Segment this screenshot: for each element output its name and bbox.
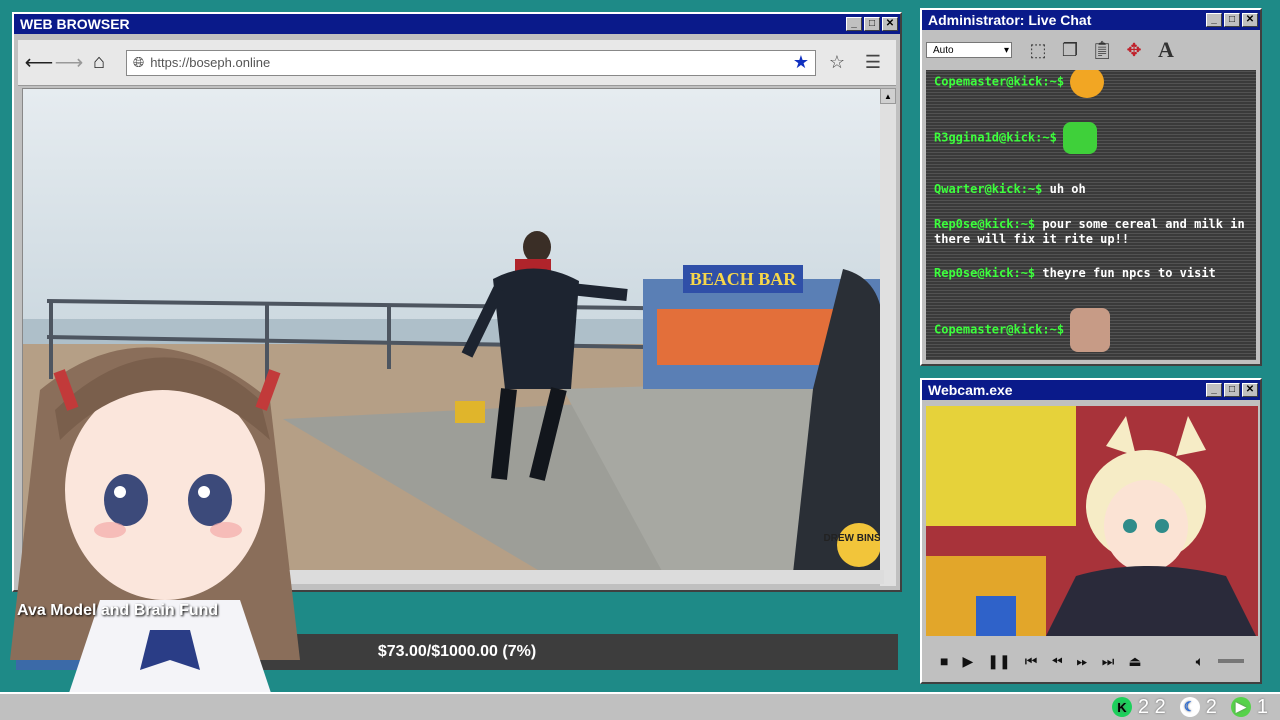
browser-window: WEB BROWSER _ □ ✕ ⟵ ⟶ ⌂ 🌐︎ https://bosep… <box>12 12 902 592</box>
moon-icon: ☾ <box>1179 697 1200 717</box>
moon-count: 2 <box>1205 695 1217 718</box>
move-icon[interactable]: ✥ <box>1120 36 1148 64</box>
webcam-feed <box>926 406 1258 636</box>
scroll-up-icon[interactable]: ▲ <box>880 88 896 104</box>
forward-icon[interactable]: ⟶ <box>55 50 84 76</box>
browser-titlebar[interactable]: WEB BROWSER _ □ ✕ <box>14 14 900 34</box>
chat-message: Rep0se@kick:~$ theyre fun npcs to visit <box>934 266 1216 280</box>
chat-titlebar[interactable]: Administrator: Live Chat _ □ ✕ <box>922 10 1260 30</box>
kick-count: 2 2 <box>1137 695 1166 718</box>
taskbar-play[interactable]: ▶ 1 <box>1230 695 1268 719</box>
minimize-button[interactable]: _ <box>1206 383 1222 397</box>
maximize-button[interactable]: □ <box>1224 383 1240 397</box>
browser-title: WEB BROWSER <box>20 16 130 32</box>
webcam-title: Webcam.exe <box>928 382 1013 398</box>
fund-label: Ava Model and Brain Fund <box>17 602 219 619</box>
emote-icon <box>1062 122 1097 154</box>
font-icon[interactable]: A <box>1152 36 1180 64</box>
taskbar-moon[interactable]: ☾ 2 <box>1179 695 1217 719</box>
font-size-value: Auto <box>933 44 954 56</box>
chat-message: Copemaster@kick:~$ <box>934 308 1248 352</box>
stream-video: BEACH BAR DREW BINSKY <box>23 89 883 571</box>
bookmark-star-icon[interactable]: ★ <box>793 52 809 73</box>
address-bar[interactable]: 🌐︎ https://boseph.online ★ <box>126 49 816 76</box>
horizontal-scrollbar[interactable] <box>22 570 884 584</box>
fund-progress-bar: $73.00/$1000.00 (7%) <box>16 634 898 670</box>
webcam-window: Webcam.exe _ □ ✕ ■ ▶ ❚❚ ⏮︎ ⏪︎ ⏩︎ ⏭︎ ⏏︎ 🔈… <box>920 378 1262 684</box>
url-text[interactable]: https://boseph.online <box>150 55 793 70</box>
taskbar-kick[interactable]: K 2 2 <box>1111 695 1166 719</box>
webcam-avatar <box>926 406 1258 636</box>
taskbar: K 2 2 ☾ 2 ▶ 1 <box>0 692 1280 720</box>
webcam-titlebar[interactable]: Webcam.exe _ □ ✕ <box>922 380 1260 400</box>
video-viewport[interactable]: BEACH BAR DREW BINSKY <box>22 88 884 572</box>
beach-bar-sign: BEACH BAR <box>690 269 798 289</box>
paste-icon[interactable]: 📋︎ <box>1088 36 1116 64</box>
emote-icon <box>1070 308 1111 352</box>
chat-message: Copemaster@kick:~$ <box>934 70 1248 98</box>
rewind-icon[interactable]: ⏪︎ <box>1051 653 1062 670</box>
close-button[interactable]: ✕ <box>1242 383 1258 397</box>
minimize-button[interactable]: _ <box>846 17 862 31</box>
play-icon: ▶ <box>1230 697 1251 717</box>
close-button[interactable]: ✕ <box>1242 13 1258 27</box>
maximize-button[interactable]: □ <box>1224 13 1240 27</box>
volume-icon[interactable]: 🔈︎ <box>1196 653 1204 670</box>
close-button[interactable]: ✕ <box>882 17 898 31</box>
chat-log[interactable]: Copemaster@kick:~$ R3ggina1d@kick:~$ Qwa… <box>926 70 1256 360</box>
globe-icon: 🌐︎ <box>133 54 145 70</box>
fund-progress-text: $73.00/$1000.00 (7%) <box>377 643 537 660</box>
watermark: DREW BINSKY <box>823 533 883 544</box>
chevron-down-icon: ▾ <box>1003 44 1009 56</box>
media-controls: ■ ▶ ❚❚ ⏮︎ ⏪︎ ⏩︎ ⏭︎ ⏏︎ 🔈︎ <box>926 642 1258 680</box>
eject-icon[interactable]: ⏏︎ <box>1128 653 1141 670</box>
chat-message: Rep0se@kick:~$ pour some cereal and milk… <box>934 217 1245 246</box>
home-icon[interactable]: ⌂ <box>86 50 112 76</box>
chat-message: Qwarter@kick:~$ uh oh <box>934 182 1086 196</box>
skip-forward-icon[interactable]: ⏭︎ <box>1102 653 1115 670</box>
font-size-select[interactable]: Auto ▾ <box>926 42 1012 58</box>
minimize-button[interactable]: _ <box>1206 13 1222 27</box>
chat-window: Administrator: Live Chat _ □ ✕ Auto ▾ ⬚ … <box>920 8 1262 366</box>
stop-icon[interactable]: ■ <box>940 653 948 669</box>
play-count: 1 <box>1256 695 1268 718</box>
fast-forward-icon[interactable]: ⏩︎ <box>1077 653 1088 670</box>
select-icon[interactable]: ⬚ <box>1024 36 1052 64</box>
back-icon[interactable]: ⟵ <box>25 50 54 76</box>
emote-icon <box>1070 70 1105 98</box>
pause-icon[interactable]: ❚❚ <box>987 653 1010 670</box>
skip-back-icon[interactable]: ⏮︎ <box>1025 653 1038 670</box>
chat-toolbar: Auto ▾ ⬚ ❐ 📋︎ ✥ A <box>922 30 1260 70</box>
chat-message: R3ggina1d@kick:~$ <box>934 122 1248 154</box>
play-icon[interactable]: ▶ <box>962 653 973 670</box>
menu-icon[interactable]: ☰ <box>858 50 888 76</box>
kick-icon: K <box>1111 697 1132 717</box>
copy-icon[interactable]: ❐ <box>1056 36 1084 64</box>
browser-toolbar: ⟵ ⟶ ⌂ 🌐︎ https://boseph.online ★ ☆ ☰ <box>18 40 896 86</box>
chat-title: Administrator: Live Chat <box>928 12 1092 28</box>
vertical-scrollbar[interactable]: ▲ <box>880 88 896 586</box>
favorites-star-icon[interactable]: ☆ <box>822 50 852 76</box>
maximize-button[interactable]: □ <box>864 17 880 31</box>
volume-slider[interactable] <box>1218 659 1244 663</box>
